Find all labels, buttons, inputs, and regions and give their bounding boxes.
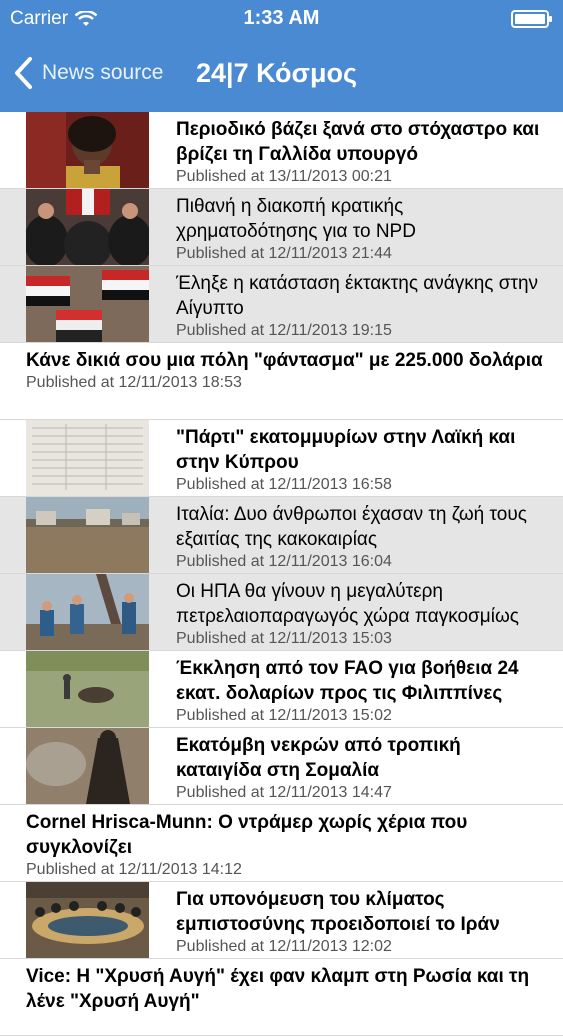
headline: Έληξε η κατάσταση έκτακτης ανάγκης στην … xyxy=(176,273,539,319)
publish-date: Published at 12/11/2013 14:47 xyxy=(176,784,392,801)
news-list: Περιοδικό βάζει ξανά στο στόχαστρο και β… xyxy=(0,112,563,1036)
news-item[interactable]: Εκατόμβη νεκρών από τροπική καταιγίδα στ… xyxy=(0,728,563,805)
news-item[interactable]: Οι ΗΠΑ θα γίνουν η μεγαλύτερη πετρελαιοπ… xyxy=(0,574,563,651)
thumbnail-flood xyxy=(26,497,149,573)
thumbnail-storm xyxy=(26,728,149,804)
back-button[interactable]: News source xyxy=(12,56,163,90)
thumbnail-oil-workers xyxy=(26,574,149,650)
publish-date: Published at 12/11/2013 15:03 xyxy=(176,630,392,647)
headline: Για υπονόμευση του κλίματος εμπιστοσύνης… xyxy=(176,889,500,935)
publish-date: Published at 12/11/2013 12:02 xyxy=(176,938,392,955)
news-item[interactable]: Vice: Η "Χρυσή Αυγή" έχει φαν κλαμπ στη … xyxy=(0,959,563,1036)
publish-date: Published at 12/11/2013 15:02 xyxy=(176,707,392,724)
publish-date: Published at 12/11/2013 14:12 xyxy=(26,861,242,878)
publish-date: Published at 12/11/2013 18:53 xyxy=(26,374,242,391)
headline: Έκκληση από τον FAO για βοήθεια 24 εκατ.… xyxy=(176,658,519,704)
thumbnail-portrait-woman xyxy=(26,112,149,188)
chevron-left-icon xyxy=(15,57,32,89)
publish-date: Published at 12/11/2013 16:58 xyxy=(176,476,392,493)
headline: Cornel Hrisca-Munn: Ο ντράμερ χωρίς χέρι… xyxy=(26,812,468,858)
thumbnail-rice-field xyxy=(26,651,149,727)
publish-date: Published at 13/11/2013 00:21 xyxy=(176,168,392,185)
news-item[interactable]: Περιοδικό βάζει ξανά στο στόχαστρο και β… xyxy=(0,112,563,189)
back-button-label: News source xyxy=(42,61,164,84)
news-item[interactable]: Κάνε δικιά σου μια πόλη "φάντασμα" με 22… xyxy=(0,343,563,420)
status-bar: Carrier 1:33 AM xyxy=(0,0,563,38)
battery-icon xyxy=(511,10,552,28)
clock: 1:33 AM xyxy=(243,7,320,29)
thumbnail-document xyxy=(26,420,149,496)
news-item[interactable]: Ιταλία: Δυο άνθρωποι έχασαν τη ζωή τους … xyxy=(0,497,563,574)
thumbnail-egypt-flags xyxy=(26,266,149,342)
publish-date: Published at 12/11/2013 19:15 xyxy=(176,322,392,339)
thumbnail-conference xyxy=(26,882,149,958)
news-item[interactable]: Έκκληση από τον FAO για βοήθεια 24 εκατ.… xyxy=(0,651,563,728)
headline: Εκατόμβη νεκρών από τροπική καταιγίδα στ… xyxy=(176,735,461,781)
news-item[interactable]: "Πάρτι" εκατομμυρίων στην Λαϊκή και στην… xyxy=(0,420,563,497)
headline: "Πάρτι" εκατομμυρίων στην Λαϊκή και στην… xyxy=(176,427,516,473)
headline: Οι ΗΠΑ θα γίνουν η μεγαλύτερη πετρελαιοπ… xyxy=(176,581,519,627)
thumbnail-crowd-flags xyxy=(26,189,149,265)
navigation-header: Carrier 1:33 AM News source 24|7 Κόσμος xyxy=(0,0,563,112)
headline: Κάνε δικιά σου μια πόλη "φάντασμα" με 22… xyxy=(26,350,543,371)
news-item[interactable]: Για υπονόμευση του κλίματος εμπιστοσύνης… xyxy=(0,882,563,959)
headline: Περιοδικό βάζει ξανά στο στόχαστρο και β… xyxy=(176,119,540,165)
publish-date: Published at 12/11/2013 16:04 xyxy=(176,553,392,570)
publish-date: Published at 12/11/2013 21:44 xyxy=(176,245,392,262)
headline: Πιθανή η διακοπή κρατικής χρηματοδότησης… xyxy=(176,196,416,242)
page-title: 24|7 Κόσμος xyxy=(196,58,357,88)
headline: Ιταλία: Δυο άνθρωποι έχασαν τη ζωή τους … xyxy=(176,504,527,550)
headline: Vice: Η "Χρυσή Αυγή" έχει φαν κλαμπ στη … xyxy=(26,966,530,1012)
news-item[interactable]: Έληξε η κατάσταση έκτακτης ανάγκης στην … xyxy=(0,266,563,343)
news-item[interactable]: Πιθανή η διακοπή κρατικής χρηματοδότησης… xyxy=(0,189,563,266)
news-item[interactable]: Cornel Hrisca-Munn: Ο ντράμερ χωρίς χέρι… xyxy=(0,805,563,882)
